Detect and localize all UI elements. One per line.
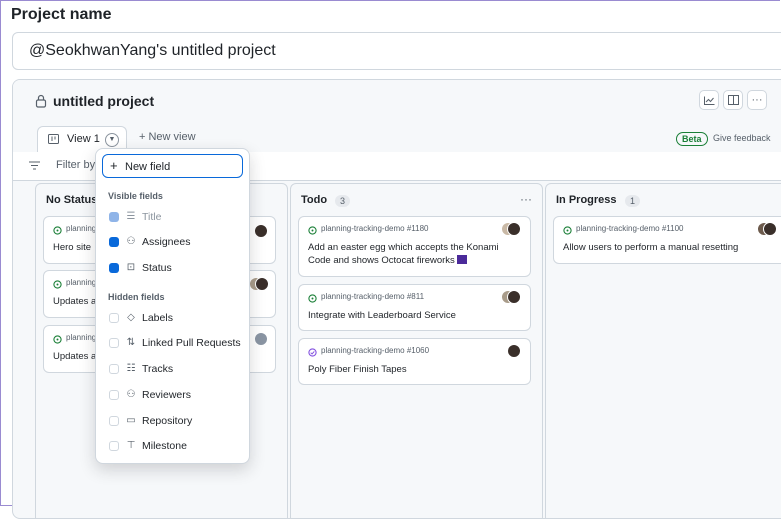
beta-badge: Beta xyxy=(676,132,708,146)
avatar xyxy=(255,277,269,291)
item-title[interactable]: Allow users to perform a manual resettin… xyxy=(563,241,781,254)
item-ref: planning-tracking-demo #1180 xyxy=(321,224,429,233)
open-issue-icon xyxy=(53,226,62,235)
fields-menu: + New field Visible fields ☰ Title ⚇ Ass… xyxy=(95,148,250,464)
tasklist-icon: ☷ xyxy=(126,363,136,374)
open-issue-icon xyxy=(308,294,317,303)
menu-item-label: Reviewers xyxy=(142,389,192,401)
visible-fields-heading: Visible fields xyxy=(108,191,163,201)
people-icon: ⚇ xyxy=(126,236,136,247)
menu-item-label: Title xyxy=(142,211,162,223)
chevron-down-icon[interactable]: ▼ xyxy=(105,133,119,147)
board-title: untitled project xyxy=(53,93,155,109)
board-view-icon xyxy=(48,134,59,144)
item-ref: planning-tracking-demo #811 xyxy=(321,292,425,301)
give-feedback-link[interactable]: Give feedback xyxy=(713,133,771,143)
avatar xyxy=(763,222,777,236)
menu-item-linked-pull-requests[interactable]: ⇅ Linked Pull Requests xyxy=(109,336,245,352)
open-issue-icon xyxy=(53,280,62,289)
new-field-button[interactable]: + New field xyxy=(102,154,243,178)
tag-icon: ◇ xyxy=(127,312,135,323)
title-icon: ☰ xyxy=(126,211,136,222)
column-count: 1 xyxy=(625,195,641,207)
filter-icon xyxy=(29,161,40,170)
column-more-icon[interactable]: ··· xyxy=(520,192,532,206)
menu-item-label: Tracks xyxy=(142,363,174,375)
new-view-button[interactable]: + New view xyxy=(139,131,196,143)
checkbox[interactable] xyxy=(109,263,119,273)
checkbox xyxy=(109,212,119,222)
menu-item-label: Assignees xyxy=(142,236,191,248)
menu-item-label: Status xyxy=(142,262,172,274)
avatar xyxy=(254,224,268,238)
closed-issue-icon xyxy=(308,348,317,357)
avatar xyxy=(254,332,268,346)
menu-item-status[interactable]: ⊡ Status xyxy=(109,261,245,277)
open-issue-icon xyxy=(563,226,572,235)
menu-item-label: Linked Pull Requests xyxy=(142,337,241,349)
open-issue-icon xyxy=(308,226,317,235)
insights-icon[interactable] xyxy=(699,90,719,110)
more-icon[interactable]: ··· xyxy=(747,90,767,110)
pull-request-icon: ⇅ xyxy=(126,337,136,348)
item-ref: planning-tracking-demo #1100 xyxy=(576,224,684,233)
project-name-input[interactable] xyxy=(12,32,781,70)
lock-icon xyxy=(35,94,47,108)
avatar xyxy=(507,290,521,304)
people-icon: ⚇ xyxy=(126,389,136,400)
tab-label: View 1 xyxy=(67,133,100,145)
menu-item-reviewers[interactable]: ⚇ Reviewers xyxy=(109,388,245,404)
column-in-progress: In Progress 1 ·· planning-tracking-demo … xyxy=(545,183,781,518)
item-title[interactable]: Integrate with Leaderboard Service xyxy=(308,309,508,322)
checkbox[interactable] xyxy=(109,390,119,400)
menu-item-tracks[interactable]: ☷ Tracks xyxy=(109,362,245,378)
list-item[interactable]: planning-tracking-demo #1180 Add an east… xyxy=(298,216,531,277)
item-title[interactable]: Poly Fiber Finish Tapes xyxy=(308,363,508,376)
project-name-label: Project name xyxy=(11,6,112,23)
item-title[interactable]: Add an easter egg which accepts the Kona… xyxy=(308,241,508,267)
column-title: No Status xyxy=(46,194,98,206)
column-todo: Todo 3 ··· planning-tracking-demo #1180 … xyxy=(290,183,543,518)
checkbox[interactable] xyxy=(109,313,119,323)
menu-item-label: Repository xyxy=(142,415,193,427)
menu-item-labels[interactable]: ◇ Labels xyxy=(109,311,245,327)
list-item[interactable]: planning-tracking-demo #1100 Allow users… xyxy=(553,216,781,264)
checkbox[interactable] xyxy=(109,364,119,374)
item-ref: planning-tracking-demo #1060 xyxy=(321,346,430,355)
menu-item-assignees[interactable]: ⚇ Assignees xyxy=(109,235,245,251)
checkbox[interactable] xyxy=(109,416,119,426)
menu-item-label: Milestone xyxy=(142,440,187,452)
column-title: In Progress xyxy=(556,194,617,206)
milestone-icon: ⊤ xyxy=(126,440,136,451)
checkbox[interactable] xyxy=(109,338,119,348)
column-title: Todo xyxy=(301,194,328,206)
fireworks-emoji xyxy=(456,255,467,264)
menu-item-title: ☰ Title xyxy=(109,210,245,226)
plus-icon: + xyxy=(110,158,118,173)
list-item[interactable]: planning-tracking-demo #1060 Poly Fiber … xyxy=(298,338,531,385)
checkbox[interactable] xyxy=(109,441,119,451)
new-field-label: New field xyxy=(125,161,171,173)
menu-item-repository[interactable]: ▭ Repository xyxy=(109,414,245,430)
column-count: 3 xyxy=(335,195,351,207)
board-header: untitled project ··· View 1 ▼ + New view… xyxy=(13,80,781,153)
hidden-fields-heading: Hidden fields xyxy=(108,292,165,302)
menu-item-label: Labels xyxy=(142,312,173,324)
avatar xyxy=(507,344,521,358)
list-item[interactable]: planning-tracking-demo #811 Integrate wi… xyxy=(298,284,531,331)
repo-icon: ▭ xyxy=(126,415,136,426)
open-issue-icon xyxy=(53,335,62,344)
filter-placeholder: Filter by xyxy=(56,159,96,171)
avatar xyxy=(507,222,521,236)
checkbox[interactable] xyxy=(109,237,119,247)
menu-item-milestone[interactable]: ⊤ Milestone xyxy=(109,439,245,455)
layout-icon[interactable] xyxy=(723,90,743,110)
single-select-icon: ⊡ xyxy=(126,262,136,273)
